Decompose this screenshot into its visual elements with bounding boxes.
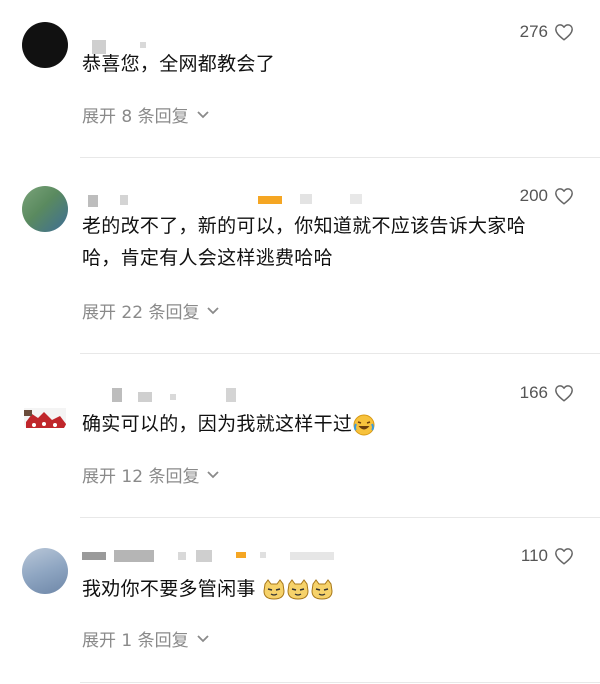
- username-redacted-fragment: [178, 552, 186, 560]
- username-redacted-fragment: [196, 550, 212, 562]
- chevron-down-icon: [196, 634, 209, 642]
- username-redacted[interactable]: [112, 388, 122, 402]
- username-redacted-fragment: [300, 194, 312, 204]
- expand-replies-label: 展开 8 条回复: [82, 107, 189, 127]
- user-badge: [236, 552, 246, 558]
- avatar-image: [24, 408, 66, 428]
- comment-text-content: 我劝你不要多管闲事: [82, 578, 256, 600]
- heart-outline-icon: [555, 188, 573, 205]
- comment-text: 恭喜您，全网都教会了: [82, 53, 276, 75]
- chevron-down-icon: [207, 470, 220, 478]
- comment-text: 老的改不了，新的可以，你知道就不应该告诉大家哈哈，肯定有人会这样逃费哈哈: [82, 215, 526, 269]
- avatar[interactable]: [22, 186, 68, 232]
- username-redacted-fragment: [226, 388, 236, 402]
- heart-outline-icon: [555, 385, 573, 402]
- username-redacted-fragment: [138, 392, 152, 402]
- divider: [80, 157, 600, 158]
- heart-outline-icon: [555, 548, 573, 565]
- chevron-down-icon: [196, 110, 209, 118]
- like-button[interactable]: 110: [521, 546, 574, 566]
- cat-smirk-emoji-icon: [287, 578, 309, 600]
- like-count: 200: [519, 186, 548, 205]
- user-badge: [258, 196, 282, 204]
- avatar[interactable]: [22, 548, 68, 594]
- username-redacted-fragment: [120, 195, 128, 205]
- expand-replies-button[interactable]: 展开 22 条回复: [82, 298, 220, 323]
- divider: [80, 682, 600, 683]
- expand-replies-label: 展开 1 条回复: [82, 631, 189, 651]
- expand-replies-label: 展开 12 条回复: [82, 467, 200, 487]
- like-count: 276: [519, 22, 548, 41]
- chevron-down-icon: [207, 306, 220, 314]
- like-button[interactable]: 166: [520, 383, 574, 403]
- like-button[interactable]: 276: [520, 22, 574, 42]
- avatar[interactable]: [22, 22, 68, 68]
- username-redacted-fragment: [114, 550, 154, 562]
- expand-replies-label: 展开 22 条回复: [82, 303, 200, 323]
- like-count: 166: [519, 383, 548, 402]
- cat-smirk-emoji-icon: [263, 578, 285, 600]
- divider: [80, 353, 600, 354]
- divider: [80, 517, 600, 518]
- expand-replies-button[interactable]: 展开 1 条回复: [82, 626, 209, 651]
- heart-outline-icon: [555, 24, 573, 41]
- comment-text-content: 确实可以的，因为我就这样干过: [82, 413, 353, 435]
- comment-text: 确实可以的，因为我就这样干过: [82, 408, 542, 440]
- username-redacted-fragment: [290, 552, 334, 560]
- username-redacted[interactable]: [82, 552, 106, 560]
- username-redacted-fragment: [350, 194, 362, 204]
- username-redacted-fragment: [260, 552, 266, 558]
- comment-text: 我劝你不要多管闲事: [82, 573, 542, 605]
- avatar[interactable]: [22, 392, 68, 438]
- expand-replies-button[interactable]: 展开 8 条回复: [82, 102, 209, 127]
- cat-emoji-group: [256, 578, 334, 600]
- cat-smirk-emoji-icon: [311, 578, 333, 600]
- laughing-tears-emoji-icon: [353, 414, 375, 435]
- username-redacted-fragment: [170, 394, 176, 400]
- username-redacted[interactable]: [88, 195, 98, 207]
- expand-replies-button[interactable]: 展开 12 条回复: [82, 462, 220, 487]
- like-button[interactable]: 200: [520, 186, 574, 206]
- like-count: 110: [520, 546, 548, 565]
